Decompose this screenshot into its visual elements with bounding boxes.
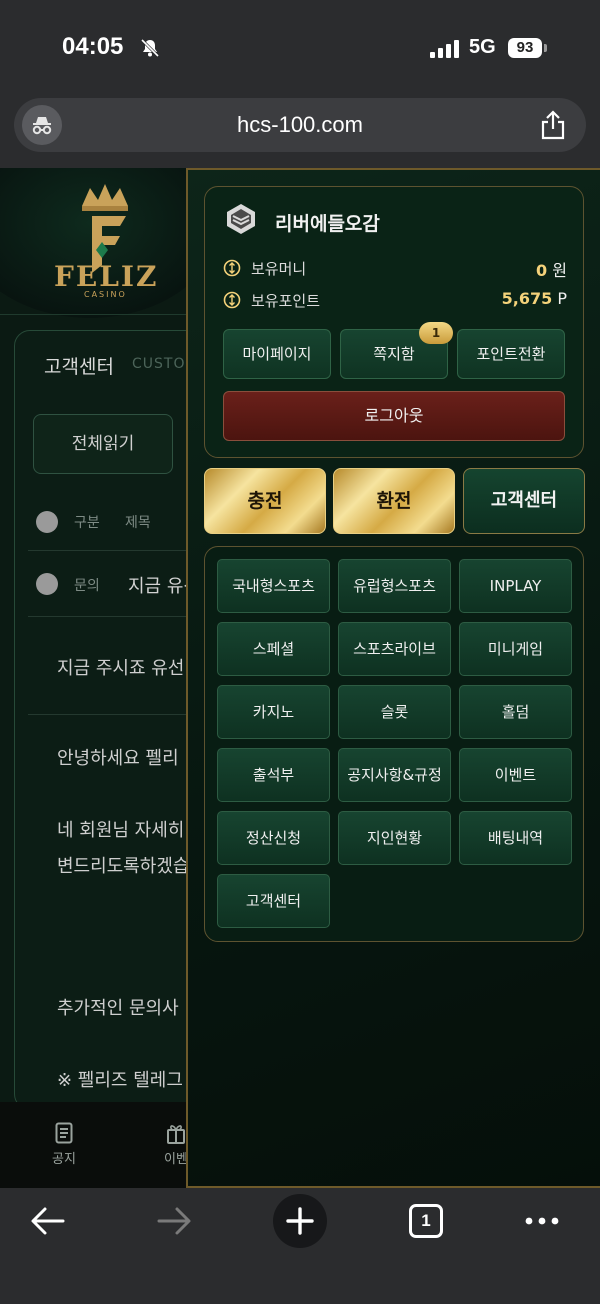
message-line: 네 회원님 자세히: [57, 820, 185, 841]
mypage-button[interactable]: 마이페이지: [223, 329, 331, 379]
money-unit: 원: [552, 261, 567, 280]
money-row: 보유머니 0 원: [223, 257, 567, 281]
menu-sports-live[interactable]: 스포츠라이브: [338, 622, 451, 676]
plus-icon: [286, 1207, 314, 1235]
more-dots-icon[interactable]: [524, 1216, 560, 1226]
messages-count-badge: 1: [419, 322, 453, 344]
money-label: 보유머니: [251, 260, 307, 278]
user-level-icon: [227, 204, 255, 234]
new-tab-button[interactable]: [273, 1194, 327, 1248]
menu-event[interactable]: 이벤트: [459, 748, 572, 802]
menu-settlement[interactable]: 정산신청: [217, 811, 330, 865]
read-all-button[interactable]: 전체읽기: [33, 414, 173, 474]
browser-toolbar: 1: [0, 1188, 600, 1304]
page-title: 고객센터: [44, 356, 114, 378]
menu-customer-center[interactable]: 고객센터: [217, 874, 330, 928]
convert-points-button[interactable]: 포인트전환: [457, 329, 565, 379]
forward-arrow-icon[interactable]: [156, 1206, 192, 1236]
coin-icon: [223, 291, 241, 309]
browser-address-area: hcs-100.com: [0, 96, 600, 168]
menu-minigame[interactable]: 미니게임: [459, 622, 572, 676]
messages-label: 쪽지함: [373, 345, 415, 363]
menu-domestic-sports[interactable]: 국내형스포츠: [217, 559, 330, 613]
gift-icon: [167, 1125, 185, 1144]
points-label: 보유포인트: [251, 292, 321, 310]
column-header-type: 구분: [74, 515, 100, 531]
points-row: 보유포인트 5,675 P: [223, 289, 567, 313]
money-value-wrap: 0 원: [536, 257, 567, 281]
user-side-menu: 리버에들오감 보유머니 0 원 보유포인트 5,675 P 마이페이지 쪽지함 …: [186, 168, 600, 1188]
menu-european-sports[interactable]: 유럽형스포츠: [338, 559, 451, 613]
column-header-title: 제목: [125, 515, 151, 531]
network-type: 5G: [469, 36, 496, 58]
message-line: 지금 주시죠 유선: [57, 658, 185, 679]
menu-casino[interactable]: 카지노: [217, 685, 330, 739]
menu-inplay[interactable]: INPLAY: [459, 559, 572, 613]
points-unit: P: [557, 289, 567, 308]
message-line: 추가적인 문의사: [57, 998, 179, 1019]
battery-icon: 93: [508, 38, 542, 58]
coin-icon: [223, 259, 241, 277]
deposit-button[interactable]: 충전: [204, 468, 326, 534]
battery-tip: [544, 44, 547, 52]
status-bar: 04:05 5G 93: [0, 0, 600, 96]
points-value: 5,675: [501, 289, 553, 308]
logout-button[interactable]: 로그아웃: [223, 391, 565, 441]
menu-referrals[interactable]: 지인현황: [338, 811, 451, 865]
menu-special[interactable]: 스페셜: [217, 622, 330, 676]
support-button[interactable]: 고객센터: [463, 468, 585, 534]
money-value: 0: [536, 261, 548, 280]
menu-attendance[interactable]: 출석부: [217, 748, 330, 802]
menu-notice-rules[interactable]: 공지사항&규정: [338, 748, 451, 802]
web-content: FELIZ CASINO 고객센터 CUSTOM 전체읽기 구분 제목 문의 지…: [0, 168, 600, 1188]
withdraw-button[interactable]: 환전: [333, 468, 455, 534]
menu-bet-history[interactable]: 배팅내역: [459, 811, 572, 865]
menu-slot[interactable]: 슬롯: [338, 685, 451, 739]
game-menu-grid: 국내형스포츠 유럽형스포츠 INPLAY 스페셜 스포츠라이브 미니게임 카지노…: [204, 546, 584, 942]
bell-muted-icon: [140, 38, 160, 58]
back-arrow-icon[interactable]: [30, 1206, 66, 1236]
status-time: 04:05: [62, 33, 124, 60]
nav-event-label: 이벤: [164, 1152, 188, 1167]
username: 리버에들오감: [275, 213, 380, 235]
select-all-checkbox[interactable]: [36, 511, 58, 533]
signal-icon: [430, 40, 459, 58]
messages-button[interactable]: 쪽지함 1: [340, 322, 453, 379]
message-line: 안녕하세요 펠리: [57, 748, 179, 769]
logo-text: FELIZ: [54, 260, 159, 293]
logo-subtitle: CASINO: [84, 290, 127, 299]
nav-notice[interactable]: 공지: [34, 1122, 94, 1167]
document-icon: [55, 1122, 73, 1144]
points-value-wrap: 5,675 P: [502, 289, 567, 308]
message-line: 변드리도록하겠습: [57, 856, 190, 877]
address-bar[interactable]: hcs-100.com: [14, 98, 586, 152]
tab-switcher-button[interactable]: 1: [409, 1204, 443, 1238]
url-text[interactable]: hcs-100.com: [14, 112, 586, 138]
share-icon[interactable]: [540, 110, 566, 140]
user-info-card: 리버에들오감 보유머니 0 원 보유포인트 5,675 P 마이페이지 쪽지함 …: [204, 186, 584, 458]
menu-holdem[interactable]: 홀덤: [459, 685, 572, 739]
nav-notice-label: 공지: [52, 1152, 76, 1167]
row-checkbox[interactable]: [36, 573, 58, 595]
message-line: ※ 펠리즈 텔레그: [57, 1070, 183, 1091]
row-type: 문의: [74, 578, 100, 594]
